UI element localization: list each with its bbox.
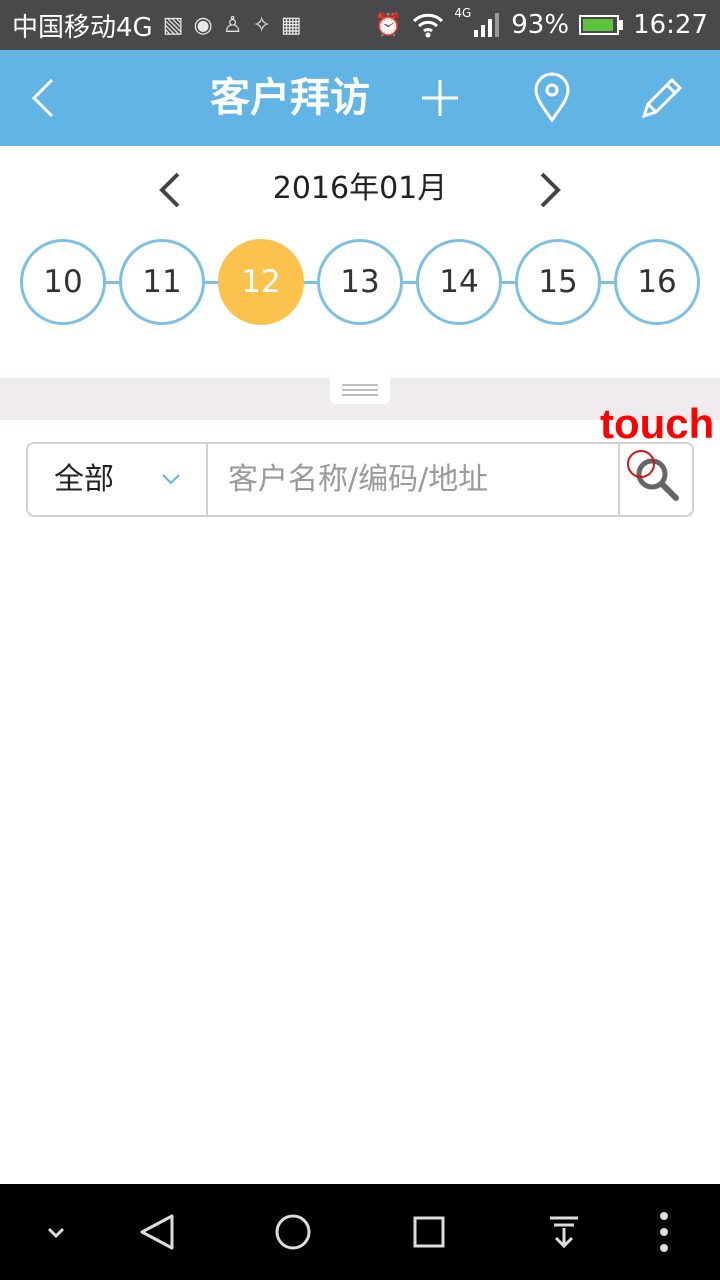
clock: 16:27	[633, 10, 708, 40]
day-button[interactable]: 12	[218, 239, 304, 325]
day-button[interactable]: 13	[317, 239, 403, 325]
back-button[interactable]	[20, 70, 76, 126]
notification-pull-button[interactable]	[540, 1208, 588, 1256]
location-pin-icon	[534, 72, 570, 123]
location-button[interactable]	[524, 70, 580, 126]
touch-indicator-label: touch	[600, 400, 715, 447]
app-bar: 客户拜访	[0, 50, 720, 146]
month-label: 2016年01月	[272, 171, 448, 206]
day-selector: 10 11 12 13 14 15 16	[20, 239, 700, 325]
back-triangle-icon	[140, 1214, 174, 1250]
previous-month-button[interactable]	[148, 166, 196, 214]
wifi-icon	[413, 13, 444, 38]
carrier-label: 中国移动4G	[12, 12, 153, 43]
chevron-down-icon	[162, 474, 180, 485]
voicemail-icon: ◉	[193, 12, 213, 38]
signal-icon	[474, 13, 500, 37]
search-bar: 全部	[26, 442, 694, 517]
status-bar: 中国移动4G ▧ ◉ ♙ ✧ ▦ ⏰ 4G 93% 16:27	[0, 0, 720, 50]
system-nav-bar	[0, 1184, 720, 1280]
month-navigator: 2016年01月	[0, 146, 720, 232]
edit-button[interactable]	[634, 70, 690, 126]
edit-icon	[641, 77, 683, 119]
hide-nav-button[interactable]	[32, 1208, 80, 1256]
alarm-icon: ⏰	[374, 12, 403, 38]
day-button[interactable]: 16	[614, 239, 700, 325]
image-notification-icon: ▧	[162, 12, 184, 38]
chevron-left-icon	[159, 172, 180, 208]
home-circle-icon	[275, 1214, 311, 1250]
keyboard-icon: ▦	[280, 12, 302, 38]
drag-handle[interactable]	[330, 378, 390, 404]
recents-square-icon	[413, 1216, 445, 1248]
filter-dropdown[interactable]: 全部	[28, 444, 208, 515]
back-icon	[31, 78, 54, 118]
battery-icon	[579, 15, 624, 35]
page-title: 客户拜访	[210, 75, 370, 121]
more-options-button[interactable]	[640, 1208, 688, 1256]
app-notification-icon: ✧	[252, 12, 271, 38]
search-input[interactable]	[208, 444, 618, 515]
day-button[interactable]: 14	[416, 239, 502, 325]
android-icon: ♙	[222, 12, 243, 38]
chevron-down-icon	[47, 1227, 65, 1239]
day-button[interactable]: 10	[20, 239, 106, 325]
battery-percent: 93%	[511, 10, 570, 40]
network-type-label: 4G	[454, 6, 472, 20]
home-nav-button[interactable]	[269, 1208, 317, 1256]
touch-indicator-icon	[627, 450, 655, 478]
add-visit-button[interactable]	[412, 70, 468, 126]
next-month-button[interactable]	[524, 166, 572, 214]
day-button[interactable]: 15	[515, 239, 601, 325]
filter-label: 全部	[54, 462, 114, 497]
back-nav-button[interactable]	[134, 1208, 182, 1256]
plus-icon	[422, 80, 458, 116]
notification-pull-icon	[550, 1216, 578, 1249]
recents-nav-button[interactable]	[405, 1208, 453, 1256]
more-vert-icon	[660, 1212, 668, 1252]
day-button[interactable]: 11	[119, 239, 205, 325]
chevron-right-icon	[540, 172, 561, 208]
